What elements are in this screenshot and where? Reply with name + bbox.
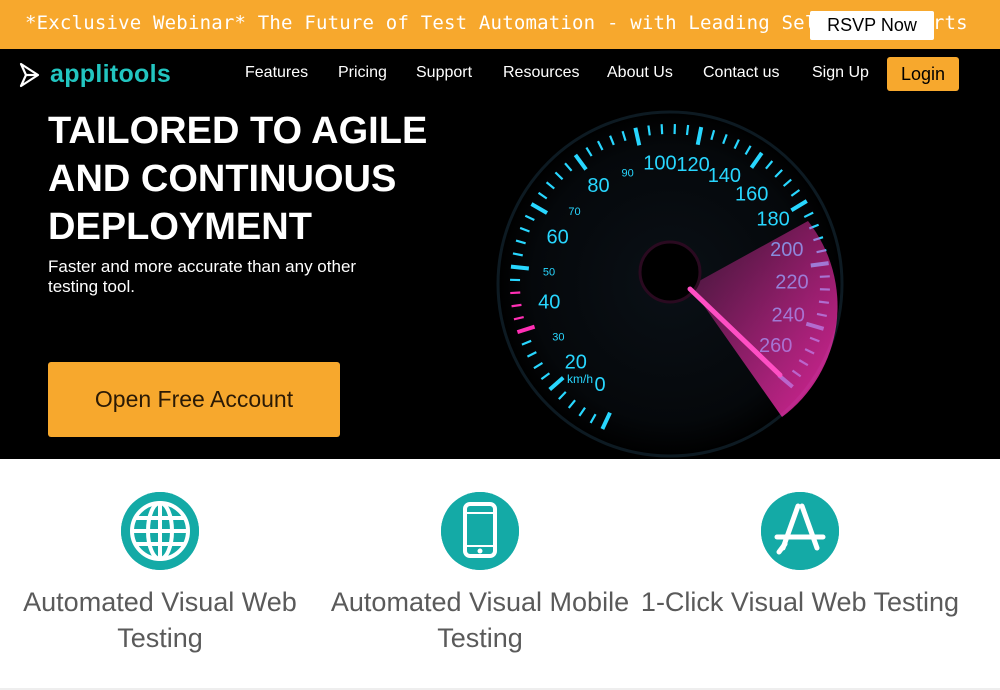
nav-support[interactable]: Support	[416, 64, 472, 82]
open-free-account-button[interactable]: Open Free Account	[48, 362, 340, 437]
feature-card-web[interactable]: Automated Visual Web Testing	[0, 492, 320, 656]
webinar-banner: *Exclusive Webinar* The Future of Test A…	[0, 0, 1000, 49]
speedometer-label: 20	[565, 351, 587, 373]
features-section: Automated Visual Web Testing Automated V…	[0, 459, 1000, 690]
feature-card-one-click[interactable]: 1-Click Visual Web Testing	[640, 492, 960, 620]
speedometer-label: 70	[568, 206, 580, 218]
feature-title: Automated Visual Web Testing	[23, 587, 297, 653]
nav-resources[interactable]: Resources	[503, 64, 579, 82]
hero-subtitle: Faster and more accurate than any other …	[48, 257, 357, 296]
mobile-icon	[441, 492, 519, 570]
speedometer-unit: km/h	[567, 372, 593, 386]
globe-icon	[121, 492, 199, 570]
logo[interactable]: applitools	[18, 60, 171, 89]
speedometer-label: 90	[622, 168, 634, 180]
nav-pricing[interactable]: Pricing	[338, 64, 387, 82]
speedometer-label: 0	[594, 374, 605, 396]
hero-title-line: DEPLOYMENT	[48, 206, 312, 248]
speedometer-tick	[510, 264, 530, 271]
speedometer-image: 0203040506070809010012014016018020022024…	[496, 110, 844, 458]
speedometer-tick	[685, 124, 690, 136]
login-button[interactable]: Login	[887, 57, 959, 91]
speedometer-tick	[660, 124, 664, 135]
applitools-logo-icon	[19, 62, 40, 87]
feature-card-mobile[interactable]: Automated Visual Mobile Testing	[320, 492, 640, 656]
speedometer-label: 180	[756, 209, 789, 231]
hero-section: applitools Features Pricing Support Reso…	[0, 49, 1000, 459]
app-store-icon	[761, 492, 839, 570]
feature-title: 1-Click Visual Web Testing	[640, 587, 960, 617]
feature-title: Automated Visual Mobile Testing	[330, 587, 630, 653]
nav-sign-up[interactable]: Sign Up	[812, 64, 869, 82]
speedometer-label: 120	[676, 154, 709, 176]
nav-about-us[interactable]: About Us	[607, 64, 673, 82]
speedometer-label: 30	[552, 331, 564, 343]
speedometer-label: 60	[547, 226, 569, 248]
speedometer-label: 40	[538, 291, 560, 313]
hero-title: TAILORED TO AGILE AND CONTINUOUS DEPLOYM…	[48, 107, 468, 251]
rsvp-button[interactable]: RSVP Now	[810, 11, 934, 40]
speedometer-label: 50	[543, 266, 555, 278]
speedometer-tick	[511, 303, 522, 308]
speedometer-tick	[647, 125, 651, 136]
brand-name: applitools	[50, 60, 172, 88]
hero-title-line: TAILORED TO AGILE	[48, 110, 428, 152]
speedometer-label: 160	[735, 183, 768, 205]
nav-contact-us[interactable]: Contact us	[703, 64, 779, 82]
nav-features[interactable]: Features	[245, 64, 308, 82]
speedometer-tick	[510, 291, 521, 295]
speedometer-label: 80	[587, 175, 609, 197]
hero-title-line: AND CONTINUOUS	[48, 158, 397, 200]
speedometer-label: 100	[643, 152, 676, 174]
